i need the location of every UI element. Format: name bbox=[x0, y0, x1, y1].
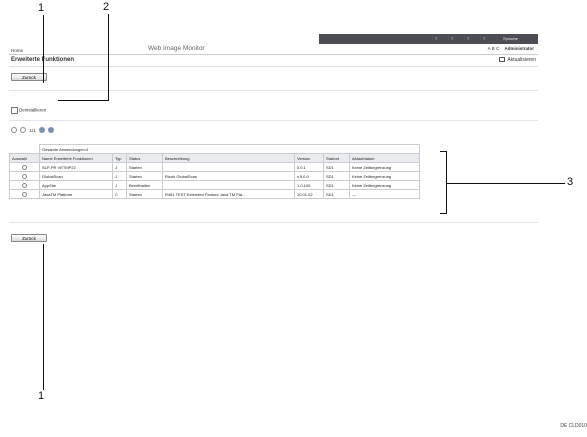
col-name: Name Erweiterte Funktionen bbox=[39, 153, 113, 163]
user-icon-c[interactable]: C bbox=[496, 46, 499, 51]
bracket-bottom bbox=[440, 213, 446, 214]
first-page-icon[interactable] bbox=[11, 127, 17, 133]
user-name[interactable]: Administrator bbox=[504, 46, 534, 51]
status-icon-2[interactable]: ? bbox=[451, 36, 453, 41]
table-header-row: Auswahl Name Erweiterte Funktionen Typ S… bbox=[9, 153, 420, 163]
prev-page-icon[interactable] bbox=[20, 127, 27, 133]
cell-name: GlobalScan bbox=[39, 171, 113, 181]
callout-1-top-line bbox=[43, 15, 44, 83]
col-status: Status bbox=[126, 153, 163, 163]
cell-description: Ricoh GlobalScan bbox=[162, 171, 295, 181]
app-title: Web Image Monitor bbox=[148, 45, 205, 52]
table-caption-row: Gesamte Anwendungen:4 bbox=[9, 144, 420, 154]
col-type: Typ bbox=[112, 153, 127, 163]
applications-table: Gesamte Anwendungen:4 Auswahl Name Erwei… bbox=[9, 144, 420, 199]
refresh-link[interactable]: Aktualisieren bbox=[499, 57, 536, 63]
callout-1-bottom: 1 bbox=[38, 390, 45, 402]
back-button-top[interactable]: Zurück bbox=[11, 73, 47, 81]
cell-name: AppSite bbox=[39, 180, 113, 190]
top-bar: Home Web Image Monitor ? ? ? ? Sprache A… bbox=[9, 34, 538, 55]
table-row: AppSite J Bereithalten 1.0.100 SD1 Keine… bbox=[9, 180, 420, 190]
select-radio[interactable] bbox=[22, 191, 27, 197]
home-link[interactable]: Home bbox=[11, 48, 23, 53]
web-image-monitor-screen: Home Web Image Monitor ? ? ? ? Sprache A… bbox=[9, 34, 538, 250]
user-line: A B C Administrator bbox=[488, 46, 534, 51]
cell-type: J bbox=[112, 162, 127, 172]
table-row: JavaTM Platform C Starten R481 TEST Exte… bbox=[9, 189, 420, 199]
table-row: GlobalScan J Starten Ricoh GlobalScan v.… bbox=[9, 171, 420, 181]
cell-expiry: Keine Zeitbegrenzung bbox=[349, 162, 420, 172]
callout-1-bottom-line bbox=[43, 244, 44, 390]
cell-version: 0.0.1 bbox=[294, 162, 324, 172]
callout-2-line-vertical bbox=[108, 14, 109, 100]
status-icon-4[interactable]: ? bbox=[483, 36, 485, 41]
figure-code: DE CLD010 bbox=[560, 423, 587, 429]
status-icon-1[interactable]: ? bbox=[435, 36, 437, 41]
cell-name: SLP-PR VETMP22 bbox=[39, 162, 113, 172]
cell-expiry: --- bbox=[349, 189, 420, 199]
cell-expiry: Keine Zeitbegrenzung bbox=[349, 171, 420, 181]
cell-status: Starten bbox=[126, 171, 163, 181]
cell-status: Bereithalten bbox=[126, 180, 163, 190]
cell-location: SD1 bbox=[323, 180, 350, 190]
cell-description bbox=[162, 180, 295, 190]
col-location: Startort bbox=[323, 153, 350, 163]
cell-location: SD1 bbox=[323, 189, 350, 199]
cell-version: 1.0.100 bbox=[294, 180, 324, 190]
cell-location: SD1 bbox=[323, 162, 350, 172]
uninstall-link[interactable]: Deinstallieren bbox=[11, 107, 46, 114]
cell-location: SD1 bbox=[323, 171, 350, 181]
cell-description: R481 TEST Extended Feature Java TM Pla..… bbox=[162, 189, 295, 199]
callout-2: 2 bbox=[103, 1, 110, 13]
cell-type: J bbox=[112, 171, 127, 181]
status-strip: ? ? ? ? Sprache bbox=[319, 34, 538, 44]
divider bbox=[9, 222, 538, 223]
select-radio[interactable] bbox=[22, 164, 27, 170]
col-description: Beschreibung bbox=[162, 153, 295, 163]
user-icon-a[interactable]: A bbox=[488, 46, 491, 51]
cell-expiry: Keine Zeitbegrenzung bbox=[349, 180, 420, 190]
next-page-icon[interactable] bbox=[39, 127, 46, 133]
callout-3-line bbox=[447, 183, 565, 184]
divider bbox=[9, 120, 538, 121]
callout-1-top: 1 bbox=[38, 2, 45, 14]
uninstall-label: Deinstallieren bbox=[19, 107, 47, 113]
cell-type: J bbox=[112, 180, 127, 190]
status-icon-3[interactable]: ? bbox=[467, 36, 469, 41]
pager: 1/1 bbox=[11, 127, 56, 133]
col-select: Auswahl bbox=[9, 153, 40, 163]
user-icon-b[interactable]: B bbox=[492, 46, 495, 51]
refresh-icon bbox=[499, 57, 506, 63]
uninstall-icon bbox=[11, 107, 18, 114]
page-indicator: 1/1 bbox=[29, 127, 36, 133]
divider bbox=[9, 90, 538, 91]
cell-description bbox=[162, 162, 295, 172]
col-expiry: Ablaufdatum bbox=[349, 153, 420, 163]
last-page-icon[interactable] bbox=[48, 127, 55, 133]
callout-3: 3 bbox=[567, 176, 574, 188]
refresh-label: Aktualisieren bbox=[507, 57, 536, 63]
col-version: Version bbox=[294, 153, 324, 163]
language-menu[interactable]: Sprache bbox=[503, 36, 518, 41]
cell-status: Starten bbox=[126, 189, 163, 199]
cell-name: JavaTM Platform bbox=[39, 189, 113, 199]
page-header: Erweiterte Funktionen Aktualisieren bbox=[9, 55, 538, 67]
cell-type: C bbox=[112, 189, 127, 199]
cell-status: Starten bbox=[126, 162, 163, 172]
total-applications: Gesamte Anwendungen:4 bbox=[39, 144, 420, 154]
callout-2-line-horizontal bbox=[58, 100, 109, 101]
cell-version: v.5.0.0 bbox=[294, 171, 324, 181]
table-row: SLP-PR VETMP22 J Starten 0.0.1 SD1 Keine… bbox=[9, 162, 420, 172]
back-button-bottom[interactable]: Zurück bbox=[11, 234, 47, 242]
select-radio[interactable] bbox=[22, 182, 27, 188]
cell-version: 10.01.02 bbox=[294, 189, 324, 199]
select-radio[interactable] bbox=[22, 173, 27, 179]
